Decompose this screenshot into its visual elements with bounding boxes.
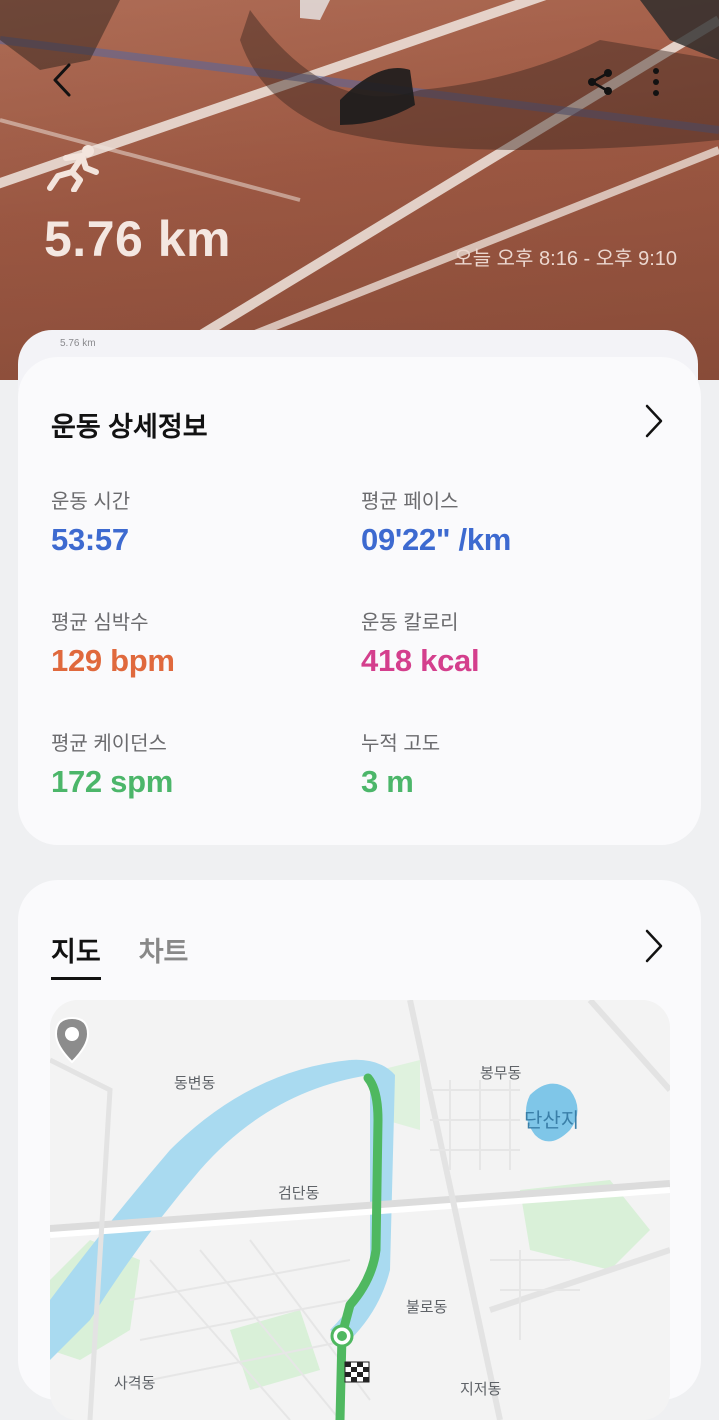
metric-duration: 운동 시간 53:57 xyxy=(51,485,130,558)
workout-details-title: 운동 상세정보 xyxy=(51,412,208,442)
chevron-right-icon xyxy=(645,929,663,963)
workout-hero-banner: 5.76 km 오늘 오후 8:16 - 오후 9:10 xyxy=(0,0,719,380)
metric-avg-cadence: 평균 케이던스 172 spm xyxy=(51,727,173,800)
running-icon xyxy=(47,145,99,192)
share-icon xyxy=(588,69,612,95)
more-options-button[interactable] xyxy=(636,60,676,104)
more-vertical-icon xyxy=(653,68,659,96)
workout-details-card[interactable]: 운동 상세정보 운동 시간 53:57 평균 페이스 09'22" /km 평균… xyxy=(18,357,701,845)
running-track-photo xyxy=(0,0,719,380)
metric-elevation-gain: 누적 고도 3 m xyxy=(361,727,440,800)
metric-duration-label: 운동 시간 xyxy=(51,491,131,513)
finish-flag-icon xyxy=(344,1361,370,1383)
metric-avg-heart-rate-value: 129 bpm xyxy=(51,643,175,678)
chevron-right-icon xyxy=(645,404,663,438)
total-distance: 5.76 km xyxy=(44,211,231,267)
map-chart-tabs: 지도 차트 xyxy=(51,930,188,980)
map-label-bongmu: 봉무동 xyxy=(480,1065,522,1082)
map-label-geomdan: 검단동 xyxy=(278,1185,320,1202)
metric-avg-pace-label: 평균 페이스 xyxy=(361,491,459,513)
map-chart-card: 지도 차트 동변동 봉무동 단산지 검단동 불로동 사격동 지저동 xyxy=(18,880,701,1420)
stacked-card-distance: 5.76 km xyxy=(60,338,96,349)
metric-duration-value: 53:57 xyxy=(51,522,129,557)
map-label-jijeo: 지저동 xyxy=(460,1381,502,1398)
map-tiles xyxy=(50,1000,670,1420)
details-more-button[interactable] xyxy=(643,403,665,444)
map-label-dongbyeon: 동변동 xyxy=(174,1075,216,1092)
metric-avg-heart-rate: 평균 심박수 129 bpm xyxy=(51,606,175,679)
metric-avg-pace-value: 09'22" /km xyxy=(361,522,512,557)
metric-elevation-gain-label: 누적 고도 xyxy=(361,733,441,755)
tab-chart[interactable]: 차트 xyxy=(139,930,189,980)
route-map[interactable]: 동변동 봉무동 단산지 검단동 불로동 사격동 지저동 xyxy=(50,1000,670,1420)
workout-time-range: 오늘 오후 8:16 - 오후 9:10 xyxy=(454,248,677,270)
chevron-left-icon xyxy=(53,63,71,97)
metric-calories-label: 운동 칼로리 xyxy=(361,612,459,634)
metric-avg-cadence-value: 172 spm xyxy=(51,764,173,799)
metric-avg-heart-rate-label: 평균 심박수 xyxy=(51,612,149,634)
metric-calories: 운동 칼로리 418 kcal xyxy=(361,606,480,679)
map-label-bullo: 불로동 xyxy=(406,1299,448,1316)
share-button[interactable] xyxy=(578,60,622,104)
map-label-dansanji: 단산지 xyxy=(524,1110,580,1132)
tab-map[interactable]: 지도 xyxy=(51,930,101,980)
metric-calories-value: 418 kcal xyxy=(361,643,480,678)
metric-avg-pace: 평균 페이스 09'22" /km xyxy=(361,485,511,558)
map-label-sagyeok: 사격동 xyxy=(114,1375,156,1392)
location-pin-icon[interactable] xyxy=(52,1016,92,1066)
metric-avg-cadence-label: 평균 케이던스 xyxy=(51,733,167,755)
metric-elevation-gain-value: 3 m xyxy=(361,764,414,799)
back-button[interactable] xyxy=(40,58,84,102)
map-more-button[interactable] xyxy=(643,928,665,969)
